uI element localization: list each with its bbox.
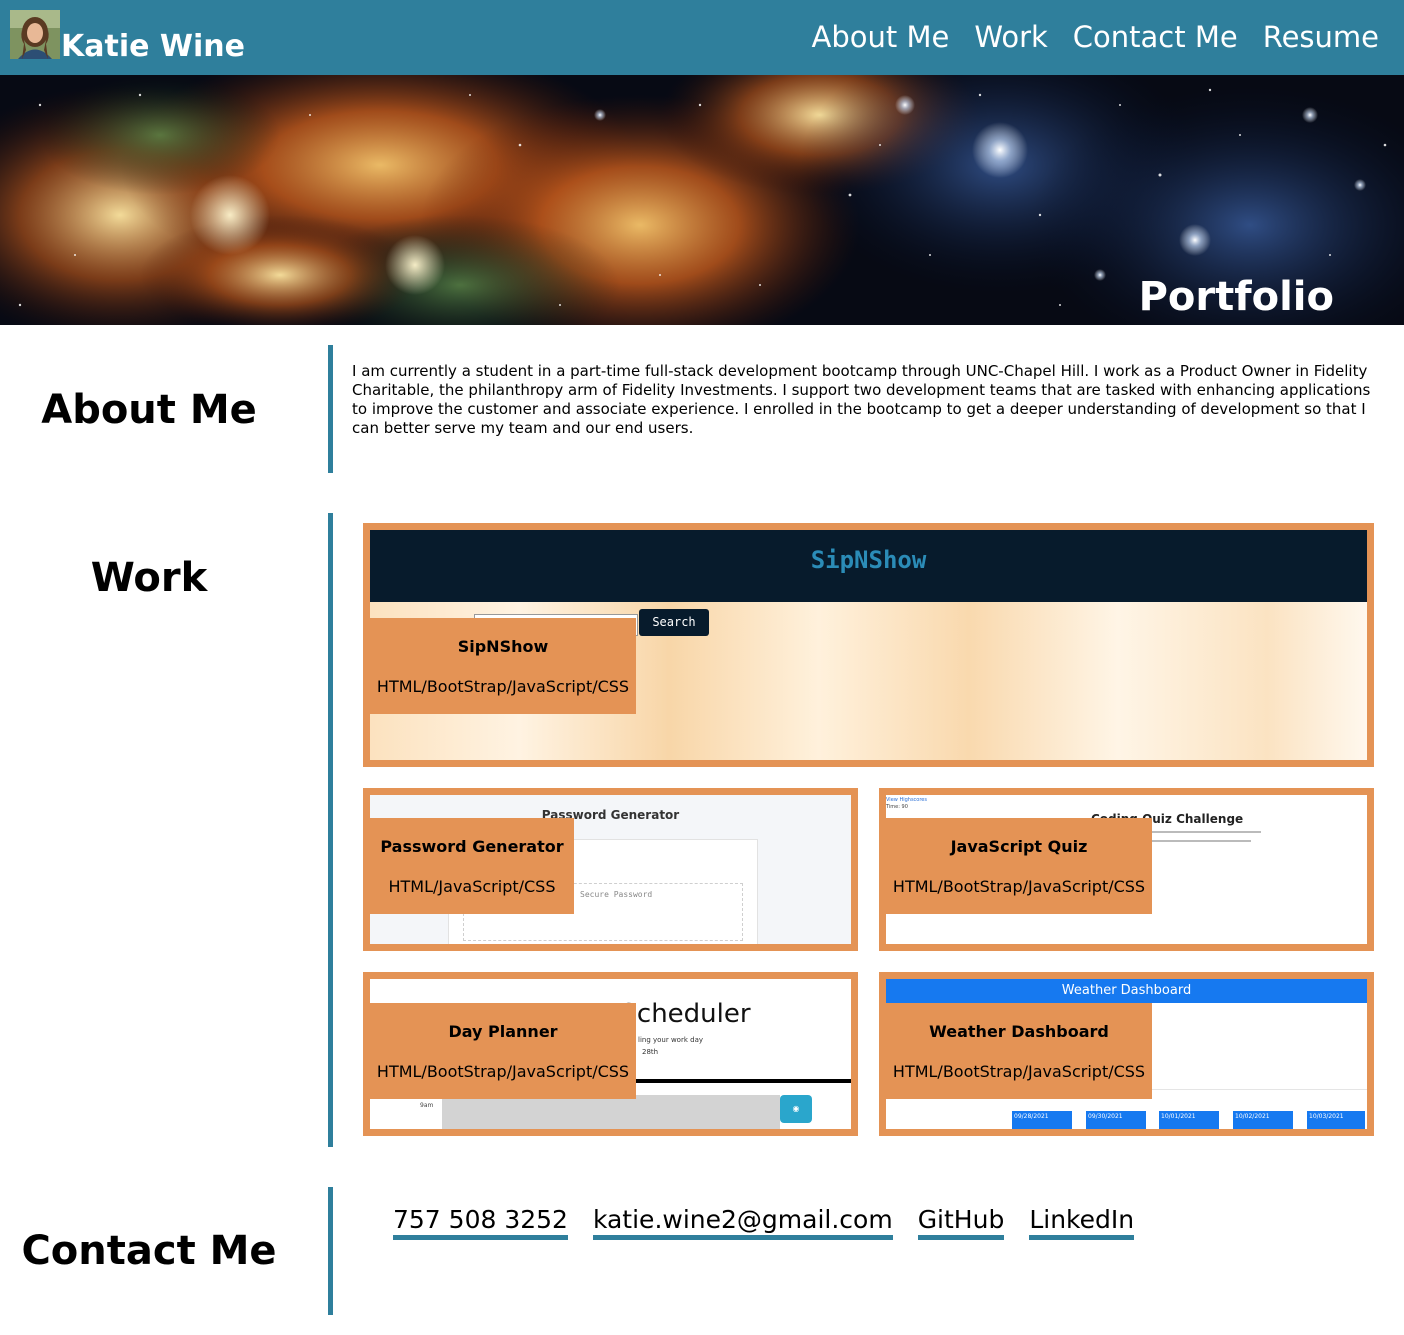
avatar xyxy=(10,10,60,59)
preview-title: SipNShow xyxy=(810,546,927,574)
project-tech: HTML/BootStrap/JavaScript/CSS xyxy=(892,877,1146,896)
project-label: Password Generator HTML/JavaScript/CSS xyxy=(370,818,574,914)
preview-time-block xyxy=(442,1095,780,1129)
preview-hour-label: 9am xyxy=(420,1102,434,1109)
project-card-day-planner[interactable]: Scheduler ling your work day 28th 9am ◉ … xyxy=(363,972,858,1136)
preview-forecast-card: 10/02/2021 xyxy=(1233,1111,1293,1129)
project-title: Day Planner xyxy=(448,1022,558,1041)
project-label: Weather Dashboard HTML/BootStrap/JavaScr… xyxy=(886,1003,1152,1099)
about-text: I am currently a student in a part-time … xyxy=(352,362,1371,437)
contact-phone-link[interactable]: 757 508 3252 xyxy=(393,1205,568,1240)
preview-line xyxy=(1151,840,1251,842)
preview-forecast-card: 10/01/2021 xyxy=(1159,1111,1219,1129)
work-divider xyxy=(328,513,333,1147)
project-title: Password Generator xyxy=(380,837,564,856)
preview-forecast-card: 09/28/2021 xyxy=(1012,1111,1072,1129)
site-name[interactable]: Katie Wine xyxy=(61,29,245,64)
project-tech: HTML/BootStrap/JavaScript/CSS xyxy=(892,1062,1146,1081)
project-title: JavaScript Quiz xyxy=(950,837,1088,856)
work-heading: Work xyxy=(90,555,208,601)
contact-github-link[interactable]: GitHub xyxy=(917,1205,1005,1240)
hero-banner: Portfolio xyxy=(0,75,1404,325)
preview-line xyxy=(1151,831,1261,833)
contact-links: 757 508 3252 katie.wine2@gmail.com GitHu… xyxy=(393,1205,1135,1240)
nav-about-me[interactable]: About Me xyxy=(812,20,950,54)
project-card-weather-dashboard[interactable]: Weather Dashboard 09/28/2021 09/30/2021 … xyxy=(879,972,1374,1136)
contact-linkedin-link[interactable]: LinkedIn xyxy=(1029,1205,1135,1240)
preview-date: 28th xyxy=(642,1048,659,1056)
project-card-sipnshow[interactable]: SipNShow Search SipNShow HTML/BootStrap/… xyxy=(363,523,1374,767)
project-tech: HTML/BootStrap/JavaScript/CSS xyxy=(376,677,630,696)
site-header: Katie Wine About Me Work Contact Me Resu… xyxy=(0,0,1404,75)
project-tech: HTML/BootStrap/JavaScript/CSS xyxy=(376,1062,630,1081)
nav-resume[interactable]: Resume xyxy=(1263,20,1379,54)
contact-heading: Contact Me xyxy=(21,1228,277,1274)
nav-contact-me[interactable]: Contact Me xyxy=(1073,20,1238,54)
project-label: SipNShow HTML/BootStrap/JavaScript/CSS xyxy=(370,618,636,714)
main-nav: About Me Work Contact Me Resume xyxy=(812,20,1379,54)
project-card-password-generator[interactable]: Password Generator Secure Password Passw… xyxy=(363,788,858,951)
hero-title: Portfolio xyxy=(1138,274,1334,320)
project-title: Weather Dashboard xyxy=(929,1022,1109,1041)
project-title: SipNShow xyxy=(457,637,549,656)
project-label: JavaScript Quiz HTML/BootStrap/JavaScrip… xyxy=(886,818,1152,914)
preview-search-button: Search xyxy=(639,609,709,636)
about-divider xyxy=(328,345,333,473)
project-label: Day Planner HTML/BootStrap/JavaScript/CS… xyxy=(370,1003,636,1099)
preview-subtitle: ling your work day xyxy=(638,1036,703,1044)
contact-divider xyxy=(328,1187,333,1315)
preview-forecast-card: 09/30/2021 xyxy=(1086,1111,1146,1129)
preview-forecast-card: 10/03/2021 xyxy=(1307,1111,1365,1129)
preview-highscores-link: View Highscores xyxy=(886,797,927,803)
preview-save-icon: ◉ xyxy=(780,1095,812,1123)
contact-email-link[interactable]: katie.wine2@gmail.com xyxy=(592,1205,893,1240)
preview-title: Weather Dashboard xyxy=(886,979,1367,1003)
project-card-javascript-quiz[interactable]: View Highscores Time: 90 Coding Quiz Cha… xyxy=(879,788,1374,951)
nav-work[interactable]: Work xyxy=(974,20,1047,54)
project-tech: HTML/JavaScript/CSS xyxy=(388,877,556,896)
about-heading: About Me xyxy=(41,387,257,433)
preview-timer: Time: 90 xyxy=(886,804,908,810)
